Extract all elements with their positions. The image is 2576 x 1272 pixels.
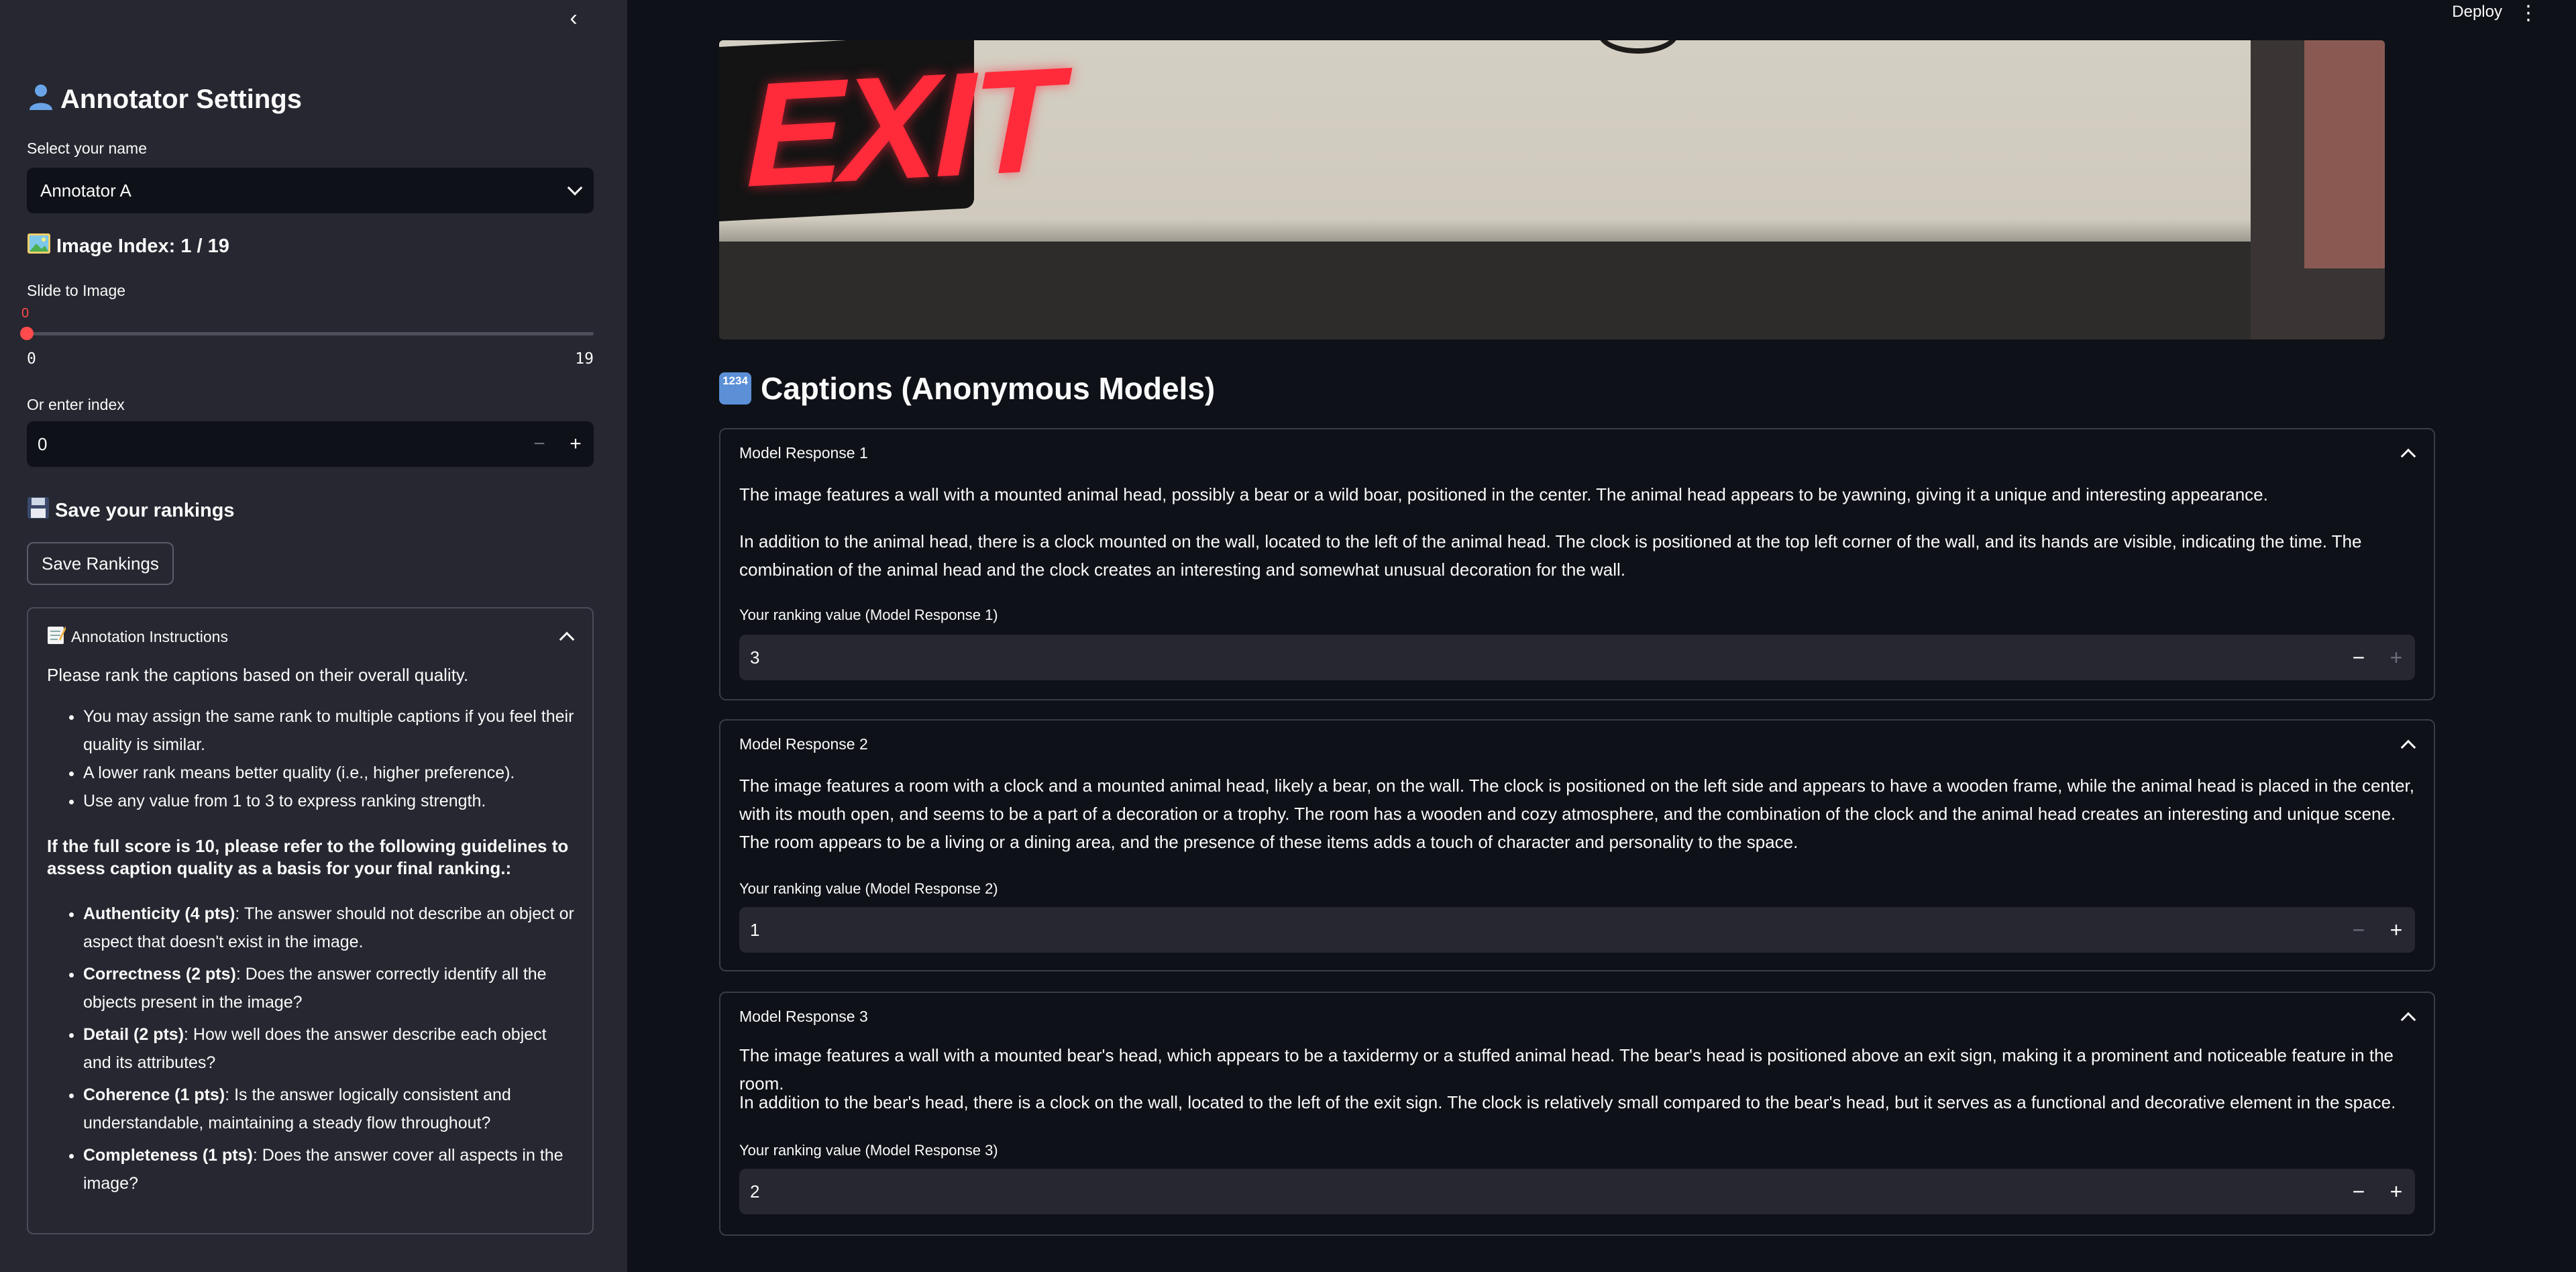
response-title: Model Response 1 xyxy=(739,444,868,462)
slider-thumb[interactable] xyxy=(20,327,34,340)
index-input-value[interactable]: 0 xyxy=(27,434,521,455)
ranking-label: Your ranking value (Model Response 1) xyxy=(739,606,998,623)
increment-button[interactable]: + xyxy=(2377,918,2415,943)
model-response-card: Model Response 2 The image features a ro… xyxy=(719,719,2435,971)
criteria-item: Coherence (1 pts): Is the answer logical… xyxy=(83,1081,576,1137)
chevron-up-icon xyxy=(559,631,575,647)
chevron-down-icon xyxy=(567,180,583,196)
criteria-item: Authenticity (4 pts): The answer should … xyxy=(83,900,576,956)
select-name-label: Select your name xyxy=(27,140,147,157)
criteria-item: Correctness (2 pts): Does the answer cor… xyxy=(83,960,576,1016)
sidebar-title: Annotator Settings xyxy=(27,82,594,117)
ranking-input[interactable]: 2 − + xyxy=(739,1169,2415,1214)
instructions-bullets: You may assign the same rank to multiple… xyxy=(47,702,576,815)
ranking-input[interactable]: 1 − + xyxy=(739,907,2415,953)
sidebar: ‹ Annotator Settings Select your name An… xyxy=(0,0,627,1272)
slider-min-label: 0 xyxy=(27,350,36,368)
ranking-value[interactable]: 2 xyxy=(739,1181,2340,1202)
ranking-label: Your ranking value (Model Response 2) xyxy=(739,880,998,897)
response-expander-header[interactable]: Model Response 3 xyxy=(739,1008,2416,1027)
annotator-select[interactable]: Annotator A xyxy=(27,168,594,213)
memo-icon xyxy=(47,625,66,649)
floppy-disk-icon xyxy=(27,496,50,525)
save-rankings-button[interactable]: Save Rankings xyxy=(27,542,174,585)
index-number-input[interactable]: 0 − + xyxy=(27,421,594,467)
response-expander-header[interactable]: Model Response 2 xyxy=(739,735,2416,755)
response-paragraph: In addition to the bear's head, there is… xyxy=(739,1092,2396,1112)
instruction-bullet: You may assign the same rank to multiple… xyxy=(83,702,576,759)
captions-heading: 1234 Captions (Anonymous Models) xyxy=(719,370,1215,407)
save-heading: Save your rankings xyxy=(27,496,594,525)
chevron-up-icon xyxy=(2400,739,2416,755)
response-expander-header[interactable]: Model Response 1 xyxy=(739,444,2416,464)
slider-track[interactable] xyxy=(27,332,594,335)
ranking-input[interactable]: 3 − + xyxy=(739,635,2415,680)
slider-max-label: 19 xyxy=(575,350,594,368)
decrement-button[interactable]: − xyxy=(2340,645,2377,670)
chevron-up-icon xyxy=(2400,1012,2416,1027)
criteria-list: Authenticity (4 pts): The answer should … xyxy=(47,900,576,1198)
response-title: Model Response 2 xyxy=(739,735,868,753)
wood-beam xyxy=(719,242,2385,339)
person-icon xyxy=(27,82,55,117)
decrement-button[interactable]: − xyxy=(2340,918,2377,943)
ranking-value[interactable]: 3 xyxy=(739,647,2340,668)
collapse-sidebar-button[interactable]: ‹ xyxy=(561,5,586,31)
deploy-button[interactable]: Deploy xyxy=(2452,3,2502,21)
main-content: Deploy ⋮ EXIT 1234 Captions (Anonymous M… xyxy=(627,0,2576,1272)
numbers-icon: 1234 xyxy=(719,372,751,405)
increment-button[interactable]: + xyxy=(2377,645,2415,670)
instructions-body: Please rank the captions based on their … xyxy=(47,661,576,1198)
exit-sign: EXIT xyxy=(719,40,1058,221)
exit-sign-text: EXIT xyxy=(746,40,1058,218)
image-slider[interactable]: 0 0 19 xyxy=(20,306,594,368)
annotated-image: EXIT xyxy=(719,40,2385,339)
response-paragraph: The image features a room with a clock a… xyxy=(739,776,2415,852)
instruction-bullet: A lower rank means better quality (i.e.,… xyxy=(83,759,576,787)
more-menu-icon[interactable]: ⋮ xyxy=(2518,1,2538,25)
criteria-item: Detail (2 pts): How well does the answer… xyxy=(83,1020,576,1077)
model-response-card: Model Response 1 The image features a wa… xyxy=(719,428,2435,700)
ranking-value[interactable]: 1 xyxy=(739,920,2340,941)
image-index-heading: Image Index: 1 / 19 xyxy=(27,233,594,260)
decrement-button[interactable]: − xyxy=(2340,1179,2377,1204)
slider-label: Slide to Image xyxy=(27,282,126,299)
slider-current-value: 0 xyxy=(21,306,30,321)
right-frame-accent xyxy=(2304,40,2385,268)
increment-button[interactable]: + xyxy=(557,433,594,456)
guideline-heading: If the full score is 10, please refer to… xyxy=(47,836,569,878)
instructions-intro: Please rank the captions based on their … xyxy=(47,665,469,685)
clock-edge xyxy=(1598,40,1678,54)
increment-button[interactable]: + xyxy=(2377,1179,2415,1204)
response-title: Model Response 3 xyxy=(739,1008,868,1025)
response-paragraph: The image features a wall with a mounted… xyxy=(739,484,2268,505)
chevron-up-icon xyxy=(2400,448,2416,464)
model-response-card: Model Response 3 The image features a wa… xyxy=(719,992,2435,1236)
index-input-label: Or enter index xyxy=(27,396,125,413)
instruction-bullet: Use any value from 1 to 3 to express ran… xyxy=(83,787,576,815)
instructions-expander: Annotation Instructions Please rank the … xyxy=(27,607,594,1234)
instructions-expander-header[interactable]: Annotation Instructions xyxy=(47,625,575,649)
ranking-label: Your ranking value (Model Response 3) xyxy=(739,1142,998,1159)
decrement-button[interactable]: − xyxy=(521,433,557,456)
criteria-item: Completeness (1 pts): Does the answer co… xyxy=(83,1141,576,1198)
picture-icon xyxy=(27,233,51,260)
response-paragraph: In addition to the animal head, there is… xyxy=(739,531,2362,580)
